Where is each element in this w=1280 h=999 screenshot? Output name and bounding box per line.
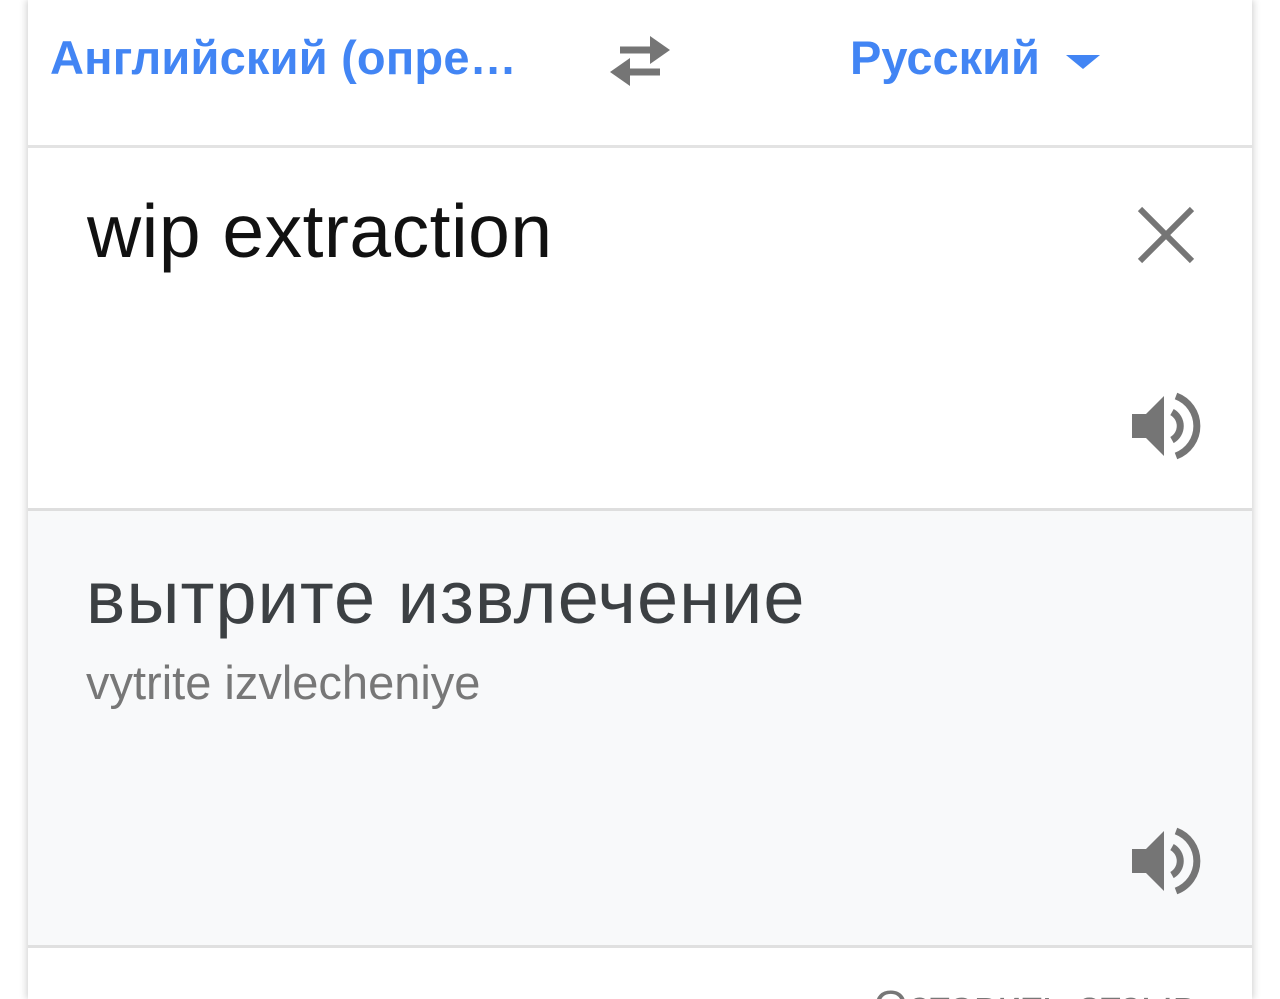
- feedback-link[interactable]: Оставить отзыв: [874, 982, 1196, 999]
- target-language-label: Русский: [850, 31, 1040, 84]
- close-icon: [1137, 206, 1195, 264]
- source-input-area[interactable]: wip extraction: [28, 148, 1252, 508]
- listen-source-button[interactable]: [1128, 388, 1204, 464]
- target-language-selector[interactable]: Русский: [850, 30, 1100, 85]
- page: Английский (опре… Русский wip extraction: [0, 0, 1280, 999]
- translate-card: Английский (опре… Русский wip extraction: [28, 0, 1252, 999]
- translation-output-area: вытрите извлечение vytrite izvlecheniye: [28, 511, 1252, 945]
- caret-down-icon: [1065, 54, 1100, 69]
- listen-translation-button[interactable]: [1128, 823, 1204, 899]
- source-text[interactable]: wip extraction: [87, 188, 553, 274]
- source-language-selector[interactable]: Английский (опре…: [50, 30, 517, 85]
- swap-languages-button[interactable]: [600, 28, 680, 94]
- footer: Оставить отзыв: [28, 948, 1252, 999]
- language-bar: Английский (опре… Русский: [28, 0, 1252, 146]
- speaker-icon: [1132, 392, 1201, 460]
- swap-arrows-icon: [610, 36, 670, 86]
- clear-input-button[interactable]: [1134, 203, 1198, 267]
- transliteration-text: vytrite izvlecheniye: [86, 656, 481, 709]
- speaker-icon: [1132, 827, 1201, 895]
- translation-text: вытрите извлечение: [86, 556, 806, 639]
